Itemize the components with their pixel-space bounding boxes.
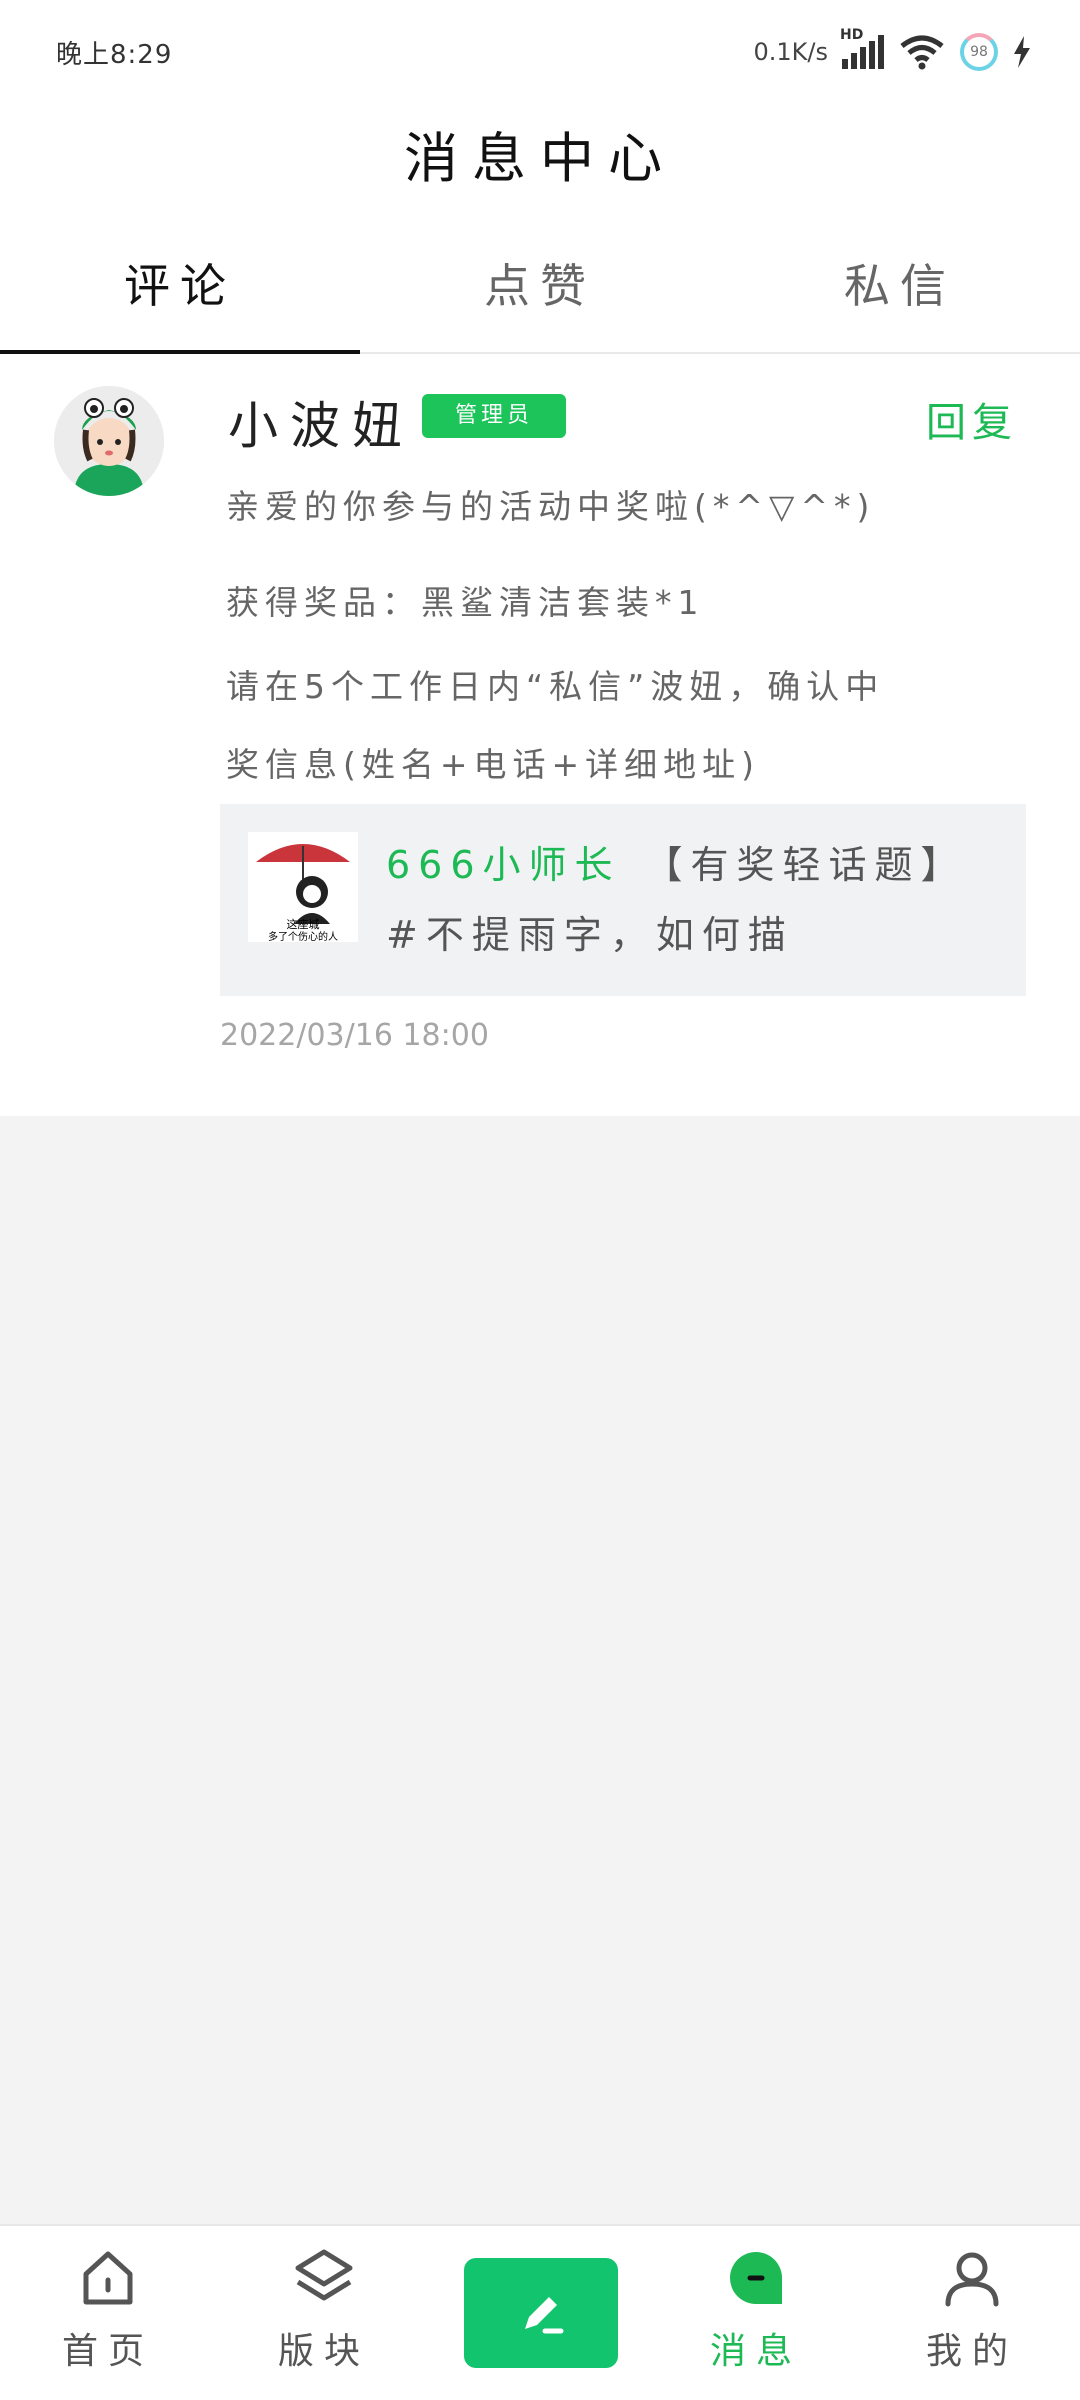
tab-comments[interactable]: 评论	[0, 230, 360, 354]
username[interactable]: 小波妞	[228, 386, 414, 458]
admin-badge: 管理员	[422, 394, 566, 438]
reply-button[interactable]: 回复	[926, 390, 1018, 448]
comment-item[interactable]: 小波妞 管理员 回复 亲爱的你参与的活动中奖啦(*^▽^*) 获得奖品：黑鲨清洁…	[0, 354, 1080, 1116]
nav-home-label: 首页	[61, 2331, 154, 2372]
quoted-post-thumbnail: 这座城 多了个伤心的人	[248, 832, 358, 943]
layers-icon	[295, 2249, 353, 2301]
tab-private-messages[interactable]: 私信	[720, 230, 1080, 352]
home-icon	[83, 2251, 133, 2305]
thumbnail-caption: 这座城	[287, 917, 320, 931]
quoted-post-text: 666小师长 【有奖轻话题】#不提雨字，如何描	[386, 830, 996, 970]
status-time: 晚上8:29	[56, 40, 173, 70]
quoted-post[interactable]: 这座城 多了个伤心的人 666小师长 【有奖轻话题】#不提雨字，如何描	[220, 804, 1026, 996]
new-post-button[interactable]	[464, 2258, 618, 2368]
status-bar: 晚上8:29 0.1K/s HD 98	[0, 0, 1080, 100]
page-title: 消息中心	[404, 127, 676, 190]
nav-me[interactable]: 我的	[882, 2246, 1062, 2374]
nav-messages[interactable]: 消息	[666, 2246, 846, 2374]
quoted-post-author[interactable]: 666小师长	[386, 843, 621, 887]
timestamp: 2022/03/16 18:00	[220, 1018, 489, 1053]
tab-bar: 评论 点赞 私信	[0, 230, 1080, 354]
user-icon	[945, 2252, 999, 2307]
pen-icon	[525, 2297, 564, 2334]
nav-messages-label: 消息	[709, 2331, 802, 2372]
header: 消息中心	[0, 100, 1080, 230]
network-speed: 0.1K/s	[753, 38, 829, 66]
avatar[interactable]	[54, 386, 164, 496]
message-line: 获得奖品：黑鲨清洁套装*1	[226, 583, 705, 622]
signal-icon: HD	[840, 27, 884, 69]
status-icons: 0.1K/s HD 98	[753, 27, 1033, 76]
network-label: HD	[840, 27, 864, 43]
message-bubble-icon	[730, 2252, 782, 2304]
nav-me-label: 我的	[925, 2331, 1018, 2372]
nav-boards[interactable]: 版块	[234, 2246, 414, 2374]
umbrella-meme-image: 这座城 多了个伤心的人	[248, 832, 358, 943]
nav-boards-label: 版块	[277, 2331, 370, 2372]
message-line: 请在5个工作日内“私信”波妞，确认中	[226, 667, 885, 706]
charging-icon	[1014, 36, 1030, 68]
message-line: 亲爱的你参与的活动中奖啦(*^▽^*)	[226, 487, 876, 526]
wifi-icon	[900, 35, 944, 70]
message-line: 奖信息(姓名+电话+详细地址)	[226, 745, 761, 784]
nav-home[interactable]: 首页	[18, 2246, 198, 2374]
tab-likes[interactable]: 点赞	[360, 230, 720, 352]
thumbnail-caption: 多了个伤心的人	[268, 930, 338, 942]
avatar-image	[54, 386, 164, 496]
battery-indicator: 98	[960, 33, 998, 71]
bottom-nav: 首页 版块 消息 我的	[0, 2224, 1080, 2400]
